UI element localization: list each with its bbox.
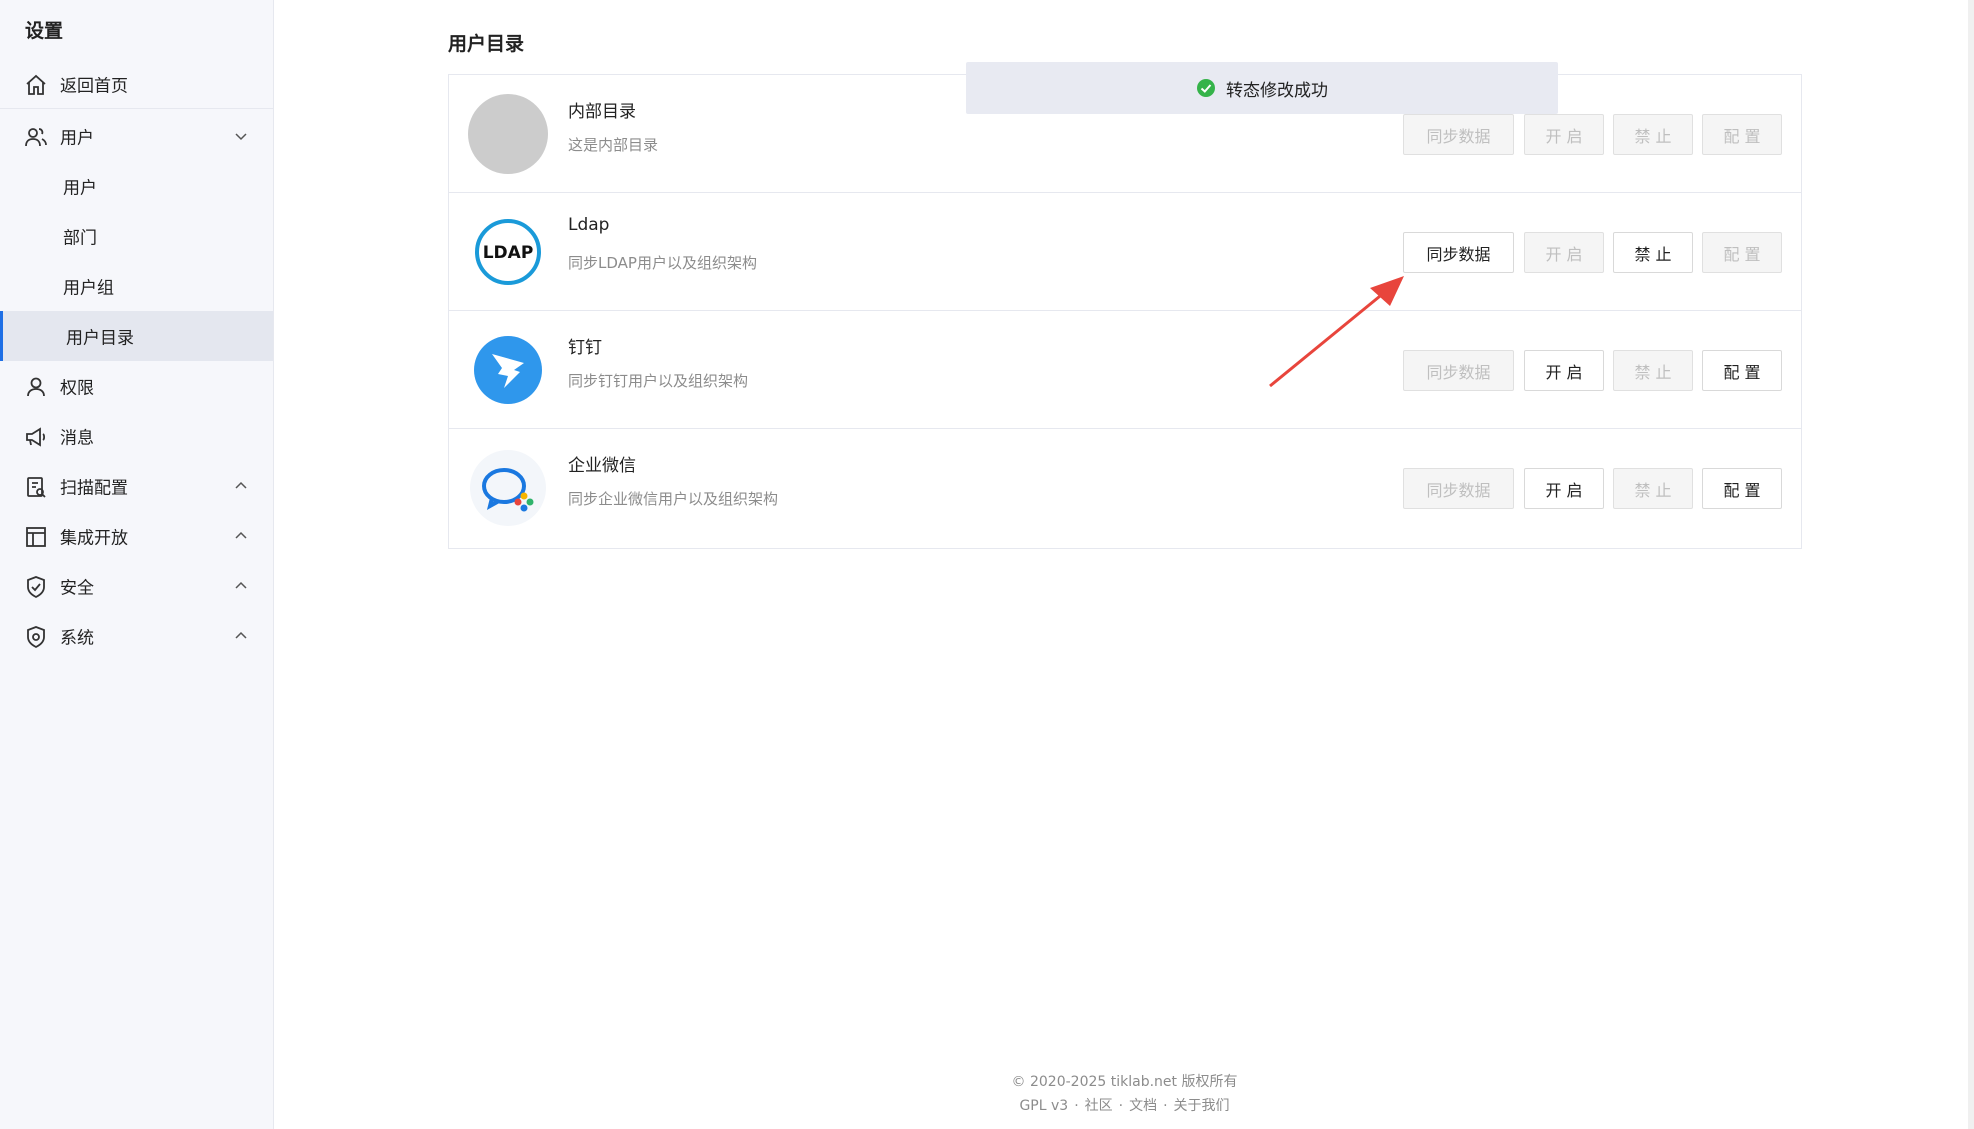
enable-button[interactable]: 开 启 bbox=[1524, 232, 1604, 273]
sidebar-item-label: 用户 bbox=[63, 178, 97, 199]
footer-separator: · bbox=[1074, 1098, 1079, 1114]
directory-desc: 同步LDAP用户以及组织架构 bbox=[568, 254, 757, 272]
sidebar-item-label: 用户目录 bbox=[66, 328, 134, 349]
nav-system[interactable]: 系统 bbox=[0, 611, 273, 661]
chevron-up-icon bbox=[235, 631, 247, 639]
layout-icon bbox=[26, 527, 46, 547]
check-circle-icon bbox=[1197, 79, 1215, 97]
disable-button[interactable]: 禁 止 bbox=[1613, 350, 1693, 391]
nav-user-group-label: 用户 bbox=[60, 128, 94, 149]
megaphone-icon bbox=[26, 427, 46, 447]
directory-desc: 这是内部目录 bbox=[568, 136, 659, 154]
chevron-up-icon bbox=[235, 481, 247, 489]
nav-integration[interactable]: 集成开放 bbox=[0, 511, 273, 561]
nav-scan-config-label: 扫描配置 bbox=[60, 478, 128, 499]
ldap-logo-text: LDAP bbox=[483, 243, 534, 263]
nav-message-label: 消息 bbox=[60, 428, 94, 449]
sync-data-button[interactable]: 同步数据 bbox=[1403, 468, 1514, 509]
nav-integration-label: 集成开放 bbox=[60, 528, 128, 549]
directory-desc: 同步钉钉用户以及组织架构 bbox=[568, 372, 749, 390]
sidebar-item-user-directory[interactable]: 用户目录 bbox=[0, 311, 273, 361]
sidebar-item-users[interactable]: 用户 bbox=[0, 161, 273, 211]
nav-home-label: 返回首页 bbox=[60, 76, 128, 97]
footer-separator: · bbox=[1118, 1098, 1124, 1114]
config-button[interactable]: 配 置 bbox=[1702, 232, 1782, 273]
disable-button[interactable]: 禁 止 bbox=[1613, 468, 1693, 509]
sidebar-title: 设置 bbox=[25, 20, 64, 42]
footer-link-community[interactable]: 社区 bbox=[1085, 1098, 1113, 1114]
chevron-down-icon bbox=[235, 133, 247, 141]
divider bbox=[0, 108, 273, 109]
nav-permission[interactable]: 权限 bbox=[0, 361, 273, 411]
dingtalk-icon bbox=[474, 336, 542, 404]
chevron-up-icon bbox=[235, 531, 247, 539]
nav-scan-config[interactable]: 扫描配置 bbox=[0, 461, 273, 511]
chevron-up-icon bbox=[235, 581, 247, 589]
user-icon bbox=[27, 377, 45, 397]
ldap-logo-icon: LDAP bbox=[470, 214, 546, 290]
nav-security-label: 安全 bbox=[60, 578, 94, 599]
disable-button[interactable]: 禁 止 bbox=[1613, 232, 1693, 273]
wecom-icon bbox=[470, 450, 546, 526]
nav-message[interactable]: 消息 bbox=[0, 411, 273, 461]
nav-system-label: 系统 bbox=[60, 628, 94, 649]
footer-link-docs[interactable]: 文档 bbox=[1129, 1098, 1157, 1114]
nav-permission-label: 权限 bbox=[60, 378, 94, 399]
sidebar-item-label: 用户组 bbox=[63, 278, 114, 299]
directory-desc: 同步企业微信用户以及组织架构 bbox=[568, 490, 779, 508]
internal-directory-avatar bbox=[468, 94, 548, 174]
toast-message: 转态修改成功 bbox=[1226, 80, 1328, 101]
enable-button[interactable]: 开 启 bbox=[1524, 468, 1604, 509]
home-icon bbox=[26, 74, 46, 95]
sidebar: 设置 返回首页 用户 用户 部门 用户组 用户目录 权限 消息 扫描配置 集成开… bbox=[0, 0, 274, 1129]
directory-name: 内部目录 bbox=[568, 102, 636, 122]
config-button[interactable]: 配 置 bbox=[1702, 350, 1782, 391]
sync-data-button[interactable]: 同步数据 bbox=[1403, 350, 1514, 391]
footer-separator: · bbox=[1163, 1098, 1168, 1114]
directory-row-wecom: 企业微信 同步企业微信用户以及组织架构 同步数据 开 启 禁 止 配 置 bbox=[449, 429, 1801, 547]
sync-data-button[interactable]: 同步数据 bbox=[1403, 114, 1514, 155]
shield-icon bbox=[27, 576, 45, 599]
config-button[interactable]: 配 置 bbox=[1702, 468, 1782, 509]
footer-link-about[interactable]: 关于我们 bbox=[1174, 1098, 1230, 1114]
directory-name: Ldap bbox=[568, 215, 610, 235]
enable-button[interactable]: 开 启 bbox=[1524, 350, 1604, 391]
nav-user-group[interactable]: 用户 bbox=[0, 111, 273, 161]
directory-name: 钉钉 bbox=[568, 338, 602, 358]
footer-link-license[interactable]: GPL v3 bbox=[1019, 1098, 1068, 1114]
directory-row-ldap: LDAP Ldap 同步LDAP用户以及组织架构 同步数据 开 启 禁 止 配 … bbox=[449, 193, 1801, 311]
page-title: 用户目录 bbox=[448, 33, 525, 55]
directory-row-dingtalk: 钉钉 同步钉钉用户以及组织架构 同步数据 开 启 禁 止 配 置 bbox=[449, 311, 1801, 429]
success-toast: 转态修改成功 bbox=[966, 62, 1558, 114]
sync-data-button[interactable]: 同步数据 bbox=[1403, 232, 1514, 273]
enable-button[interactable]: 开 启 bbox=[1524, 114, 1604, 155]
scan-config-icon bbox=[27, 477, 46, 498]
footer-links: GPL v3 · 社区 · 文档 · 关于我们 bbox=[275, 1095, 1974, 1115]
sidebar-item-user-groups[interactable]: 用户组 bbox=[0, 261, 273, 311]
sidebar-item-departments[interactable]: 部门 bbox=[0, 211, 273, 261]
system-shield-icon bbox=[27, 626, 45, 649]
config-button[interactable]: 配 置 bbox=[1702, 114, 1782, 155]
nav-home[interactable]: 返回首页 bbox=[0, 59, 273, 109]
footer-copyright: © 2020-2025 tiklab.net 版权所有 bbox=[1011, 1074, 1238, 1090]
users-icon bbox=[25, 128, 47, 147]
disable-button[interactable]: 禁 止 bbox=[1613, 114, 1693, 155]
directory-list: 内部目录 这是内部目录 同步数据 开 启 禁 止 配 置 LDAP Ldap 同… bbox=[448, 74, 1802, 549]
scrollbar[interactable] bbox=[1968, 0, 1974, 1129]
directory-name: 企业微信 bbox=[568, 456, 636, 476]
sidebar-item-label: 部门 bbox=[63, 228, 97, 249]
nav-security[interactable]: 安全 bbox=[0, 561, 273, 611]
main-content: 用户目录 内部目录 这是内部目录 同步数据 开 启 禁 止 配 置 LDAP L… bbox=[275, 0, 1974, 1129]
